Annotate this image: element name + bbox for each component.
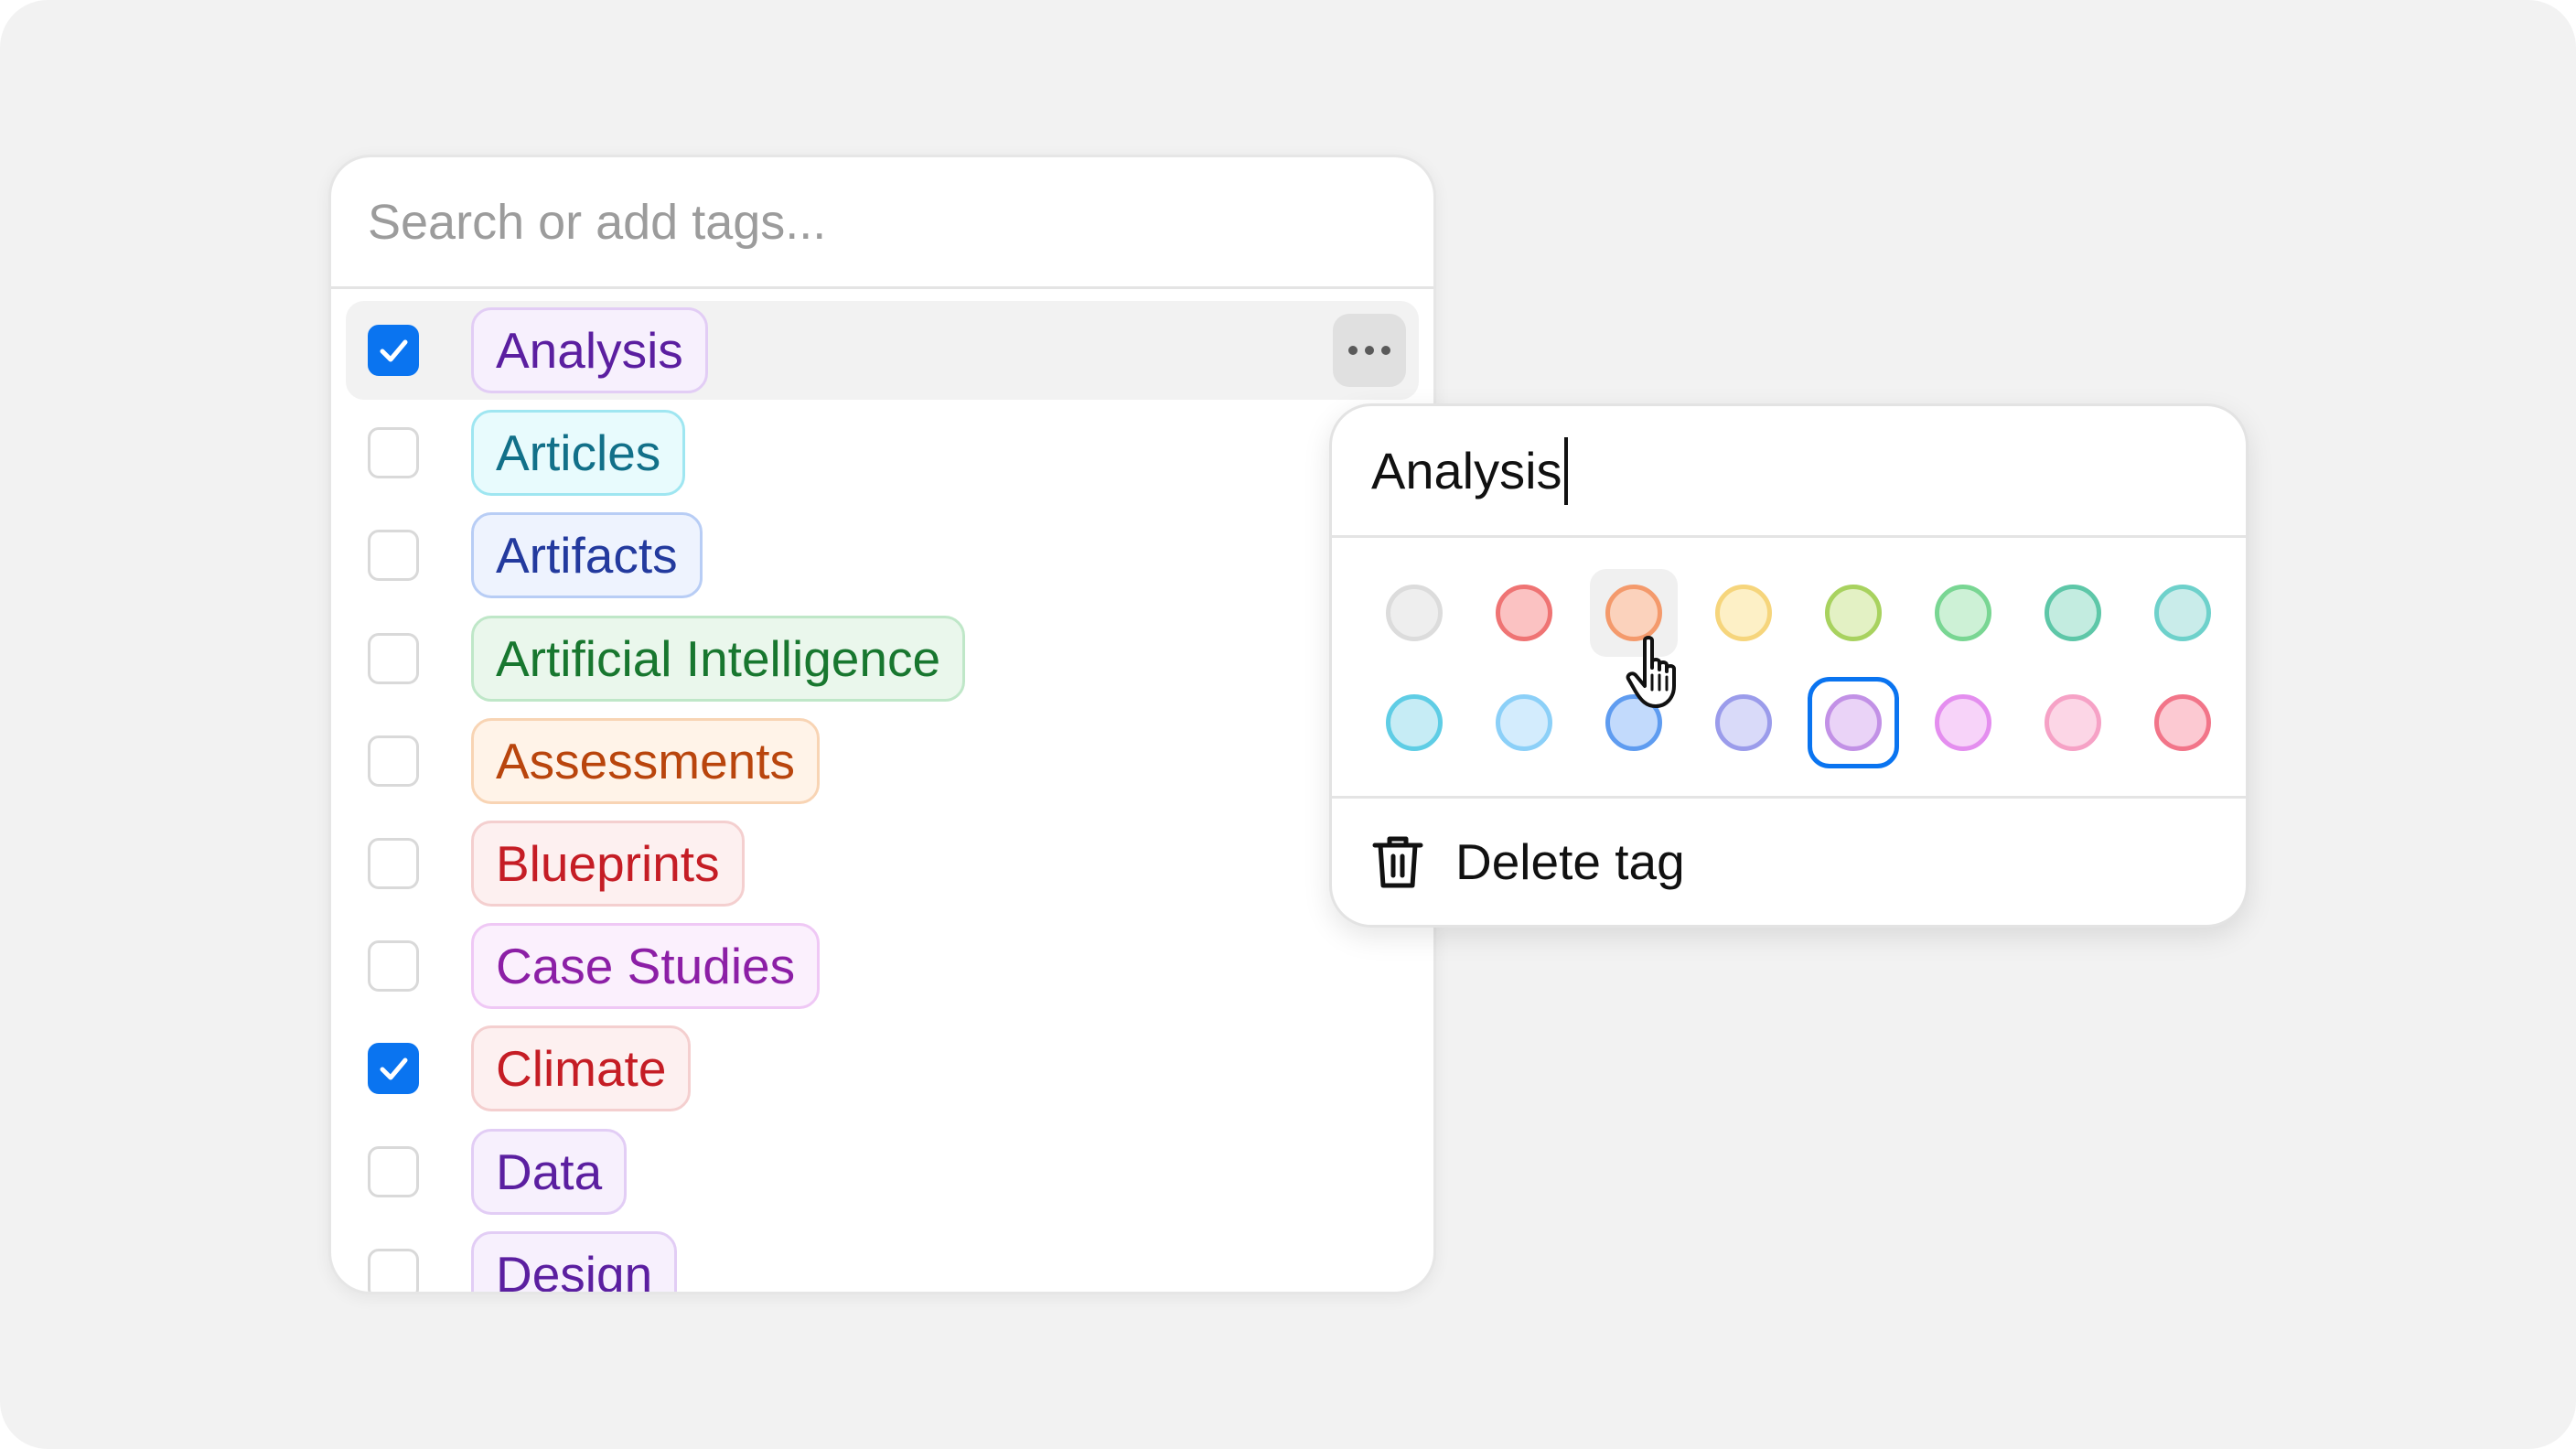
color-dot xyxy=(2045,585,2101,641)
color-dot xyxy=(2154,694,2211,751)
checkbox-unchecked[interactable] xyxy=(368,1248,419,1292)
tag-row[interactable]: Artificial Intelligence xyxy=(346,609,1419,708)
hand-pointer-cursor-icon xyxy=(1626,636,1676,708)
color-dot xyxy=(1825,694,1882,751)
tag-row[interactable]: Blueprints xyxy=(346,814,1419,913)
tag-name-row[interactable]: Analysis xyxy=(1332,406,2246,538)
tag-row[interactable]: Assessments xyxy=(346,712,1419,810)
color-swatch-teal[interactable] xyxy=(2139,569,2227,657)
tag-row[interactable]: Articles xyxy=(346,403,1419,502)
color-swatch-purple[interactable] xyxy=(1808,677,1899,768)
delete-tag-label: Delete tag xyxy=(1455,833,1685,890)
tag-chip[interactable]: Design xyxy=(471,1230,678,1292)
tag-chip[interactable]: Articles xyxy=(471,410,686,497)
dot-icon xyxy=(1381,346,1390,355)
tag-row[interactable]: Design xyxy=(346,1225,1419,1292)
color-swatch-grid xyxy=(1332,538,2246,799)
color-dot xyxy=(2154,585,2211,641)
color-swatch-indigo[interactable] xyxy=(1700,679,1787,767)
tag-chip[interactable]: Artificial Intelligence xyxy=(471,615,966,702)
search-input[interactable] xyxy=(368,193,1433,251)
checkbox-unchecked[interactable] xyxy=(368,735,419,787)
checkbox-checked[interactable] xyxy=(368,325,419,376)
search-row xyxy=(331,157,1433,289)
tag-row[interactable]: Climate xyxy=(346,1019,1419,1118)
tag-chip[interactable]: Blueprints xyxy=(471,821,745,907)
tag-list: Analysis Articles Artifacts Artificial Inte… xyxy=(331,292,1433,1292)
tag-chip[interactable]: Analysis xyxy=(471,307,708,393)
color-swatch-green[interactable] xyxy=(1919,569,2007,657)
color-swatch-lime[interactable] xyxy=(1809,569,1897,657)
tag-chip[interactable]: Case Studies xyxy=(471,923,821,1010)
checkbox-unchecked[interactable] xyxy=(368,427,419,479)
tag-picker-panel: Analysis Articles Artifacts Artificial Inte… xyxy=(328,155,1436,1294)
color-swatch-cyan[interactable] xyxy=(1370,679,1458,767)
checkbox-unchecked[interactable] xyxy=(368,1145,419,1197)
color-swatch-pink[interactable] xyxy=(2029,679,2117,767)
color-swatch-fuchsia[interactable] xyxy=(1919,679,2007,767)
color-swatch-sky[interactable] xyxy=(1480,679,1568,767)
tag-row[interactable]: Case Studies xyxy=(346,917,1419,1015)
color-dot xyxy=(1496,585,1552,641)
tag-row[interactable]: Artifacts xyxy=(346,506,1419,605)
checkmark-icon xyxy=(380,339,408,362)
color-swatch-rose[interactable] xyxy=(2139,679,2227,767)
color-dot xyxy=(1496,694,1552,751)
color-dot xyxy=(1605,585,1662,641)
tag-chip[interactable]: Artifacts xyxy=(471,512,703,599)
checkbox-unchecked[interactable] xyxy=(368,632,419,684)
color-dot xyxy=(1715,694,1772,751)
color-dot xyxy=(1715,585,1772,641)
checkbox-unchecked[interactable] xyxy=(368,838,419,889)
tag-row[interactable]: Analysis xyxy=(346,301,1419,400)
color-swatch-red[interactable] xyxy=(1480,569,1568,657)
tag-row[interactable]: Data xyxy=(346,1122,1419,1221)
color-swatch-emerald[interactable] xyxy=(2029,569,2117,657)
dot-icon xyxy=(1348,346,1358,355)
tag-chip[interactable]: Data xyxy=(471,1128,628,1215)
color-swatch-yellow[interactable] xyxy=(1700,569,1787,657)
background-canvas: Analysis Articles Artifacts Artificial Inte… xyxy=(0,0,2576,1449)
checkbox-unchecked[interactable] xyxy=(368,940,419,993)
checkbox-checked[interactable] xyxy=(368,1043,419,1095)
color-dot xyxy=(1935,585,1991,641)
color-swatch-gray[interactable] xyxy=(1370,569,1458,657)
delete-tag-button[interactable]: Delete tag xyxy=(1332,799,2246,925)
tag-edit-popover: Analysis Delete tag xyxy=(1329,403,2249,928)
color-dot xyxy=(1386,694,1443,751)
tag-name-input[interactable]: Analysis xyxy=(1371,441,1562,500)
trash-icon xyxy=(1372,836,1423,888)
color-dot xyxy=(2045,694,2101,751)
color-dot xyxy=(1386,585,1443,641)
text-caret xyxy=(1563,436,1568,505)
color-dot xyxy=(1935,694,1991,751)
checkbox-unchecked[interactable] xyxy=(368,530,419,582)
more-options-button[interactable] xyxy=(1333,314,1406,387)
dot-icon xyxy=(1365,346,1374,355)
tag-chip[interactable]: Assessments xyxy=(471,717,821,804)
color-dot xyxy=(1825,585,1882,641)
tag-chip[interactable]: Climate xyxy=(471,1025,692,1112)
checkmark-icon xyxy=(380,1057,408,1080)
